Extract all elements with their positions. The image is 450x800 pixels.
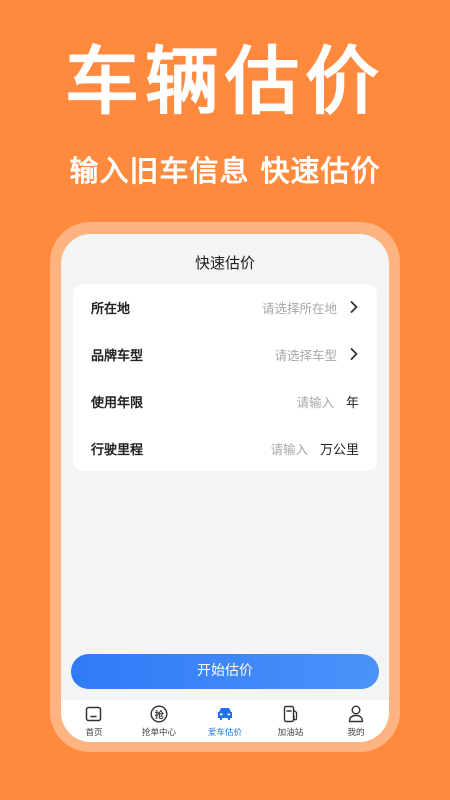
- car-model-placeholder: 请选择车型: [274, 347, 337, 363]
- hero-subtitle: 输入旧车信息 快速估价: [69, 154, 381, 188]
- mileage-label: 行驶里程: [91, 442, 144, 458]
- car-model-row[interactable]: 品牌车型 请选择车型: [73, 331, 377, 377]
- tab-car-estimate-label: 爱车估价: [207, 728, 243, 738]
- page-title: 快速估价: [194, 254, 255, 272]
- tab-grab-orders-label: 抢单中心: [142, 728, 177, 738]
- years-unit: 年: [345, 395, 359, 411]
- years-input[interactable]: 请输入: [143, 392, 334, 411]
- tab-grab-orders[interactable]: 抢 抢单中心: [129, 705, 189, 742]
- chevron-right-icon: [349, 347, 359, 361]
- car-model-label: 品牌车型: [91, 348, 144, 364]
- fuel-pump-icon: [282, 705, 300, 723]
- start-estimate-button[interactable]: 开始估价: [71, 654, 379, 689]
- tab-gas-station[interactable]: 加油站: [261, 705, 321, 742]
- tab-profile[interactable]: 我的: [326, 705, 386, 742]
- phone-screen: 快速估价 所在地 请选择所在地 品牌车型 请选择车型 使用年限 请输入 年 行驶…: [61, 234, 389, 742]
- car-icon: [216, 705, 234, 723]
- mileage-unit: 万公里: [319, 442, 359, 458]
- grab-order-icon-glyph: 抢: [154, 710, 164, 721]
- mileage-input[interactable]: 请输入: [143, 439, 308, 458]
- tab-profile-label: 我的: [347, 728, 365, 738]
- home-icon: [85, 705, 103, 723]
- chevron-right-icon: [349, 300, 359, 314]
- years-row: 使用年限 请输入 年: [73, 378, 377, 424]
- tab-gas-station-label: 加油站: [277, 728, 304, 738]
- tab-home[interactable]: 首页: [64, 705, 124, 742]
- mileage-row: 行驶里程 请输入 万公里: [73, 425, 377, 471]
- location-label: 所在地: [91, 301, 131, 317]
- user-icon: [347, 705, 365, 723]
- grab-order-icon: 抢: [150, 705, 168, 723]
- location-placeholder: 请选择所在地: [261, 300, 337, 316]
- location-row[interactable]: 所在地 请选择所在地: [73, 284, 377, 330]
- bottom-tabbar: 首页 抢 抢单中心 爱车估价 加油站 我的: [61, 700, 389, 742]
- years-label: 使用年限: [91, 395, 144, 411]
- estimate-form: 所在地 请选择所在地 品牌车型 请选择车型 使用年限 请输入 年 行驶里程 请输…: [73, 284, 377, 471]
- tab-car-estimate[interactable]: 爱车估价: [195, 705, 255, 742]
- tab-home-label: 首页: [85, 728, 103, 738]
- hero-title: 车辆估价: [65, 39, 385, 125]
